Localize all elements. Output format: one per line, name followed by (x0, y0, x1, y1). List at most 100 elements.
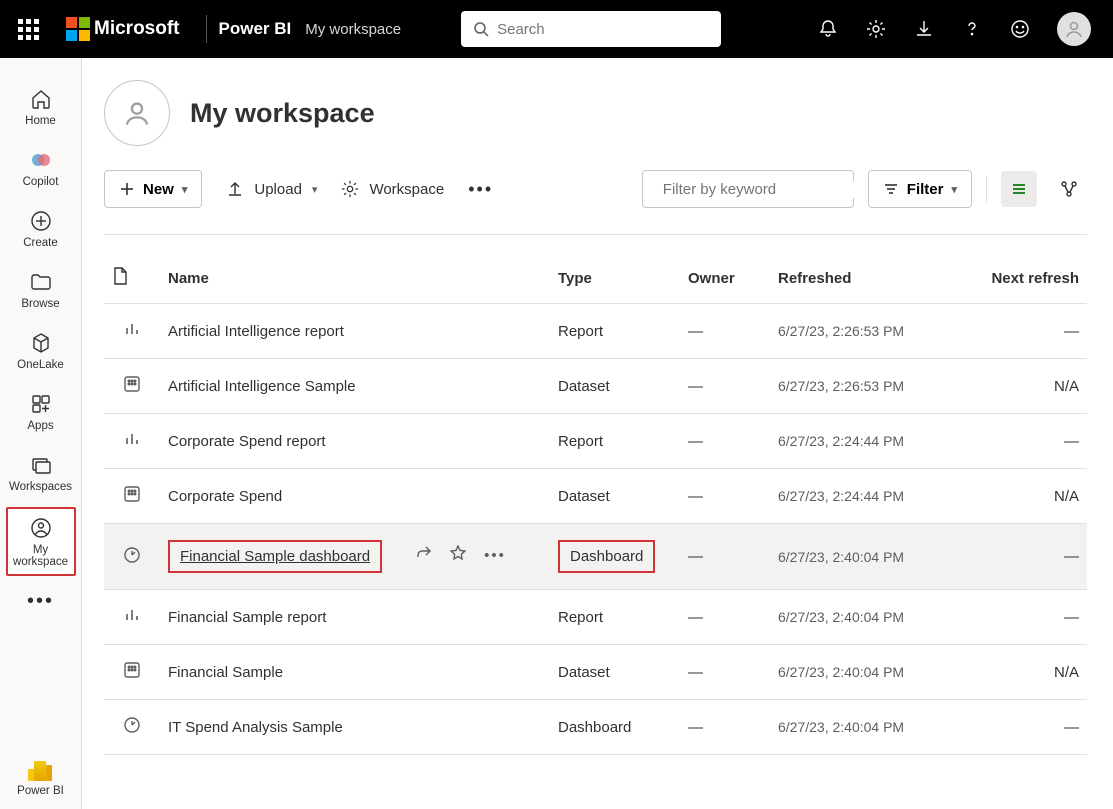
item-icon-cell (104, 469, 160, 524)
toolbar: New ▾ Upload ▾ Workspace ••• Fil (104, 170, 1087, 208)
lineage-icon (1059, 179, 1079, 199)
plus-icon (119, 181, 135, 197)
nav-apps[interactable]: Apps (6, 385, 76, 438)
dataset-icon (123, 666, 141, 683)
workspace-avatar (104, 80, 170, 146)
table-row[interactable]: Artificial Intelligence reportReport—6/2… (104, 304, 1087, 359)
item-name[interactable]: Financial Sample report (168, 609, 326, 626)
nav-label: Apps (6, 420, 76, 432)
col-next[interactable]: Next refresh (950, 253, 1087, 304)
chevron-down-icon: ▾ (951, 183, 957, 196)
item-refreshed: 6/27/23, 2:26:53 PM (770, 304, 950, 359)
bell-icon (818, 19, 838, 39)
col-refreshed[interactable]: Refreshed (770, 253, 950, 304)
nav-onelake[interactable]: OneLake (6, 324, 76, 377)
nav-label: My workspace (8, 544, 74, 568)
item-name[interactable]: Corporate Spend report (168, 433, 326, 450)
item-name[interactable]: Corporate Spend (168, 488, 282, 505)
dashboard-icon (123, 551, 141, 568)
download-icon (914, 19, 934, 39)
nav-create[interactable]: Create (6, 202, 76, 255)
table-row[interactable]: Financial Sample dashboard•••Dashboard—6… (104, 524, 1087, 590)
item-icon-cell (104, 590, 160, 645)
dataset-icon (123, 380, 141, 397)
app-launcher-button[interactable] (10, 11, 46, 47)
table-row[interactable]: Artificial Intelligence SampleDataset—6/… (104, 359, 1087, 414)
upload-button[interactable]: Upload ▾ (226, 180, 317, 198)
upload-label: Upload (254, 181, 302, 198)
table-row[interactable]: Financial Sample reportReport—6/27/23, 2… (104, 590, 1087, 645)
list-icon (1010, 180, 1028, 198)
share-button[interactable] (416, 545, 432, 565)
nav-label: Workspaces (6, 481, 76, 493)
divider (104, 234, 1087, 235)
search-input[interactable] (497, 21, 709, 38)
nav-label: Create (6, 237, 76, 249)
feedback-button[interactable] (1009, 18, 1031, 40)
item-type: Dashboard (558, 719, 631, 736)
nav-copilot[interactable]: Copilot (6, 141, 76, 194)
item-icon-cell (104, 304, 160, 359)
global-search[interactable] (461, 11, 721, 47)
item-name[interactable]: Financial Sample dashboard (180, 548, 370, 565)
item-owner: — (680, 469, 770, 524)
item-owner: — (680, 645, 770, 700)
list-view-button[interactable] (1001, 171, 1037, 207)
item-refreshed: 6/27/23, 2:26:53 PM (770, 359, 950, 414)
nav-more[interactable]: ••• (27, 590, 54, 613)
breadcrumb[interactable]: My workspace (305, 21, 401, 38)
workspace-settings-button[interactable]: Workspace (341, 180, 444, 198)
item-icon-cell (104, 524, 160, 590)
item-next: — (950, 700, 1087, 755)
help-button[interactable] (961, 18, 983, 40)
table-row[interactable]: IT Spend Analysis SampleDashboard—6/27/2… (104, 700, 1087, 755)
nav-home[interactable]: Home (6, 80, 76, 133)
nav-browse[interactable]: Browse (6, 263, 76, 316)
table-row[interactable]: Corporate Spend reportReport—6/27/23, 2:… (104, 414, 1087, 469)
new-label: New (143, 181, 174, 198)
item-next: N/A (950, 469, 1087, 524)
item-owner: — (680, 590, 770, 645)
table-row[interactable]: Financial SampleDataset—6/27/23, 2:40:04… (104, 645, 1087, 700)
col-name[interactable]: Name (160, 253, 550, 304)
workspaces-icon (30, 454, 52, 476)
filter-input[interactable] (663, 181, 862, 198)
page-title: My workspace (190, 98, 375, 129)
nav-label: OneLake (6, 359, 76, 371)
new-button[interactable]: New ▾ (104, 170, 202, 208)
item-icon-cell (104, 414, 160, 469)
item-name[interactable]: Artificial Intelligence report (168, 323, 344, 340)
nav-my-workspace[interactable]: My workspace (6, 507, 76, 576)
person-icon (121, 97, 153, 129)
item-next: N/A (950, 645, 1087, 700)
item-owner: — (680, 524, 770, 590)
filter-button[interactable]: Filter ▾ (868, 170, 972, 208)
download-button[interactable] (913, 18, 935, 40)
col-type[interactable]: Type (550, 253, 680, 304)
settings-button[interactable] (865, 18, 887, 40)
table-row[interactable]: Corporate SpendDataset—6/27/23, 2:24:44 … (104, 469, 1087, 524)
left-nav: Home Copilot Create Browse OneLake Apps … (0, 58, 82, 809)
nav-powerbi[interactable]: Power BI (17, 761, 64, 797)
notifications-button[interactable] (817, 18, 839, 40)
more-button[interactable]: ••• (484, 547, 506, 564)
item-refreshed: 6/27/23, 2:24:44 PM (770, 414, 950, 469)
col-owner[interactable]: Owner (680, 253, 770, 304)
item-name[interactable]: Financial Sample (168, 664, 283, 681)
main-content: My workspace New ▾ Upload ▾ Workspace ••… (82, 58, 1113, 809)
account-button[interactable] (1057, 12, 1091, 46)
dataset-icon (123, 490, 141, 507)
favorite-button[interactable] (450, 545, 466, 565)
item-next: — (950, 590, 1087, 645)
item-type: Report (558, 609, 603, 626)
item-name[interactable]: Artificial Intelligence Sample (168, 378, 356, 395)
nav-workspaces[interactable]: Workspaces (6, 446, 76, 499)
toolbar-more-button[interactable]: ••• (468, 179, 493, 200)
item-name[interactable]: IT Spend Analysis Sample (168, 719, 343, 736)
file-icon (112, 267, 128, 285)
nav-label: Home (6, 115, 76, 127)
lineage-view-button[interactable] (1051, 171, 1087, 207)
powerbi-icon (34, 761, 46, 781)
item-refreshed: 6/27/23, 2:40:04 PM (770, 645, 950, 700)
filter-keyword[interactable] (642, 170, 854, 208)
